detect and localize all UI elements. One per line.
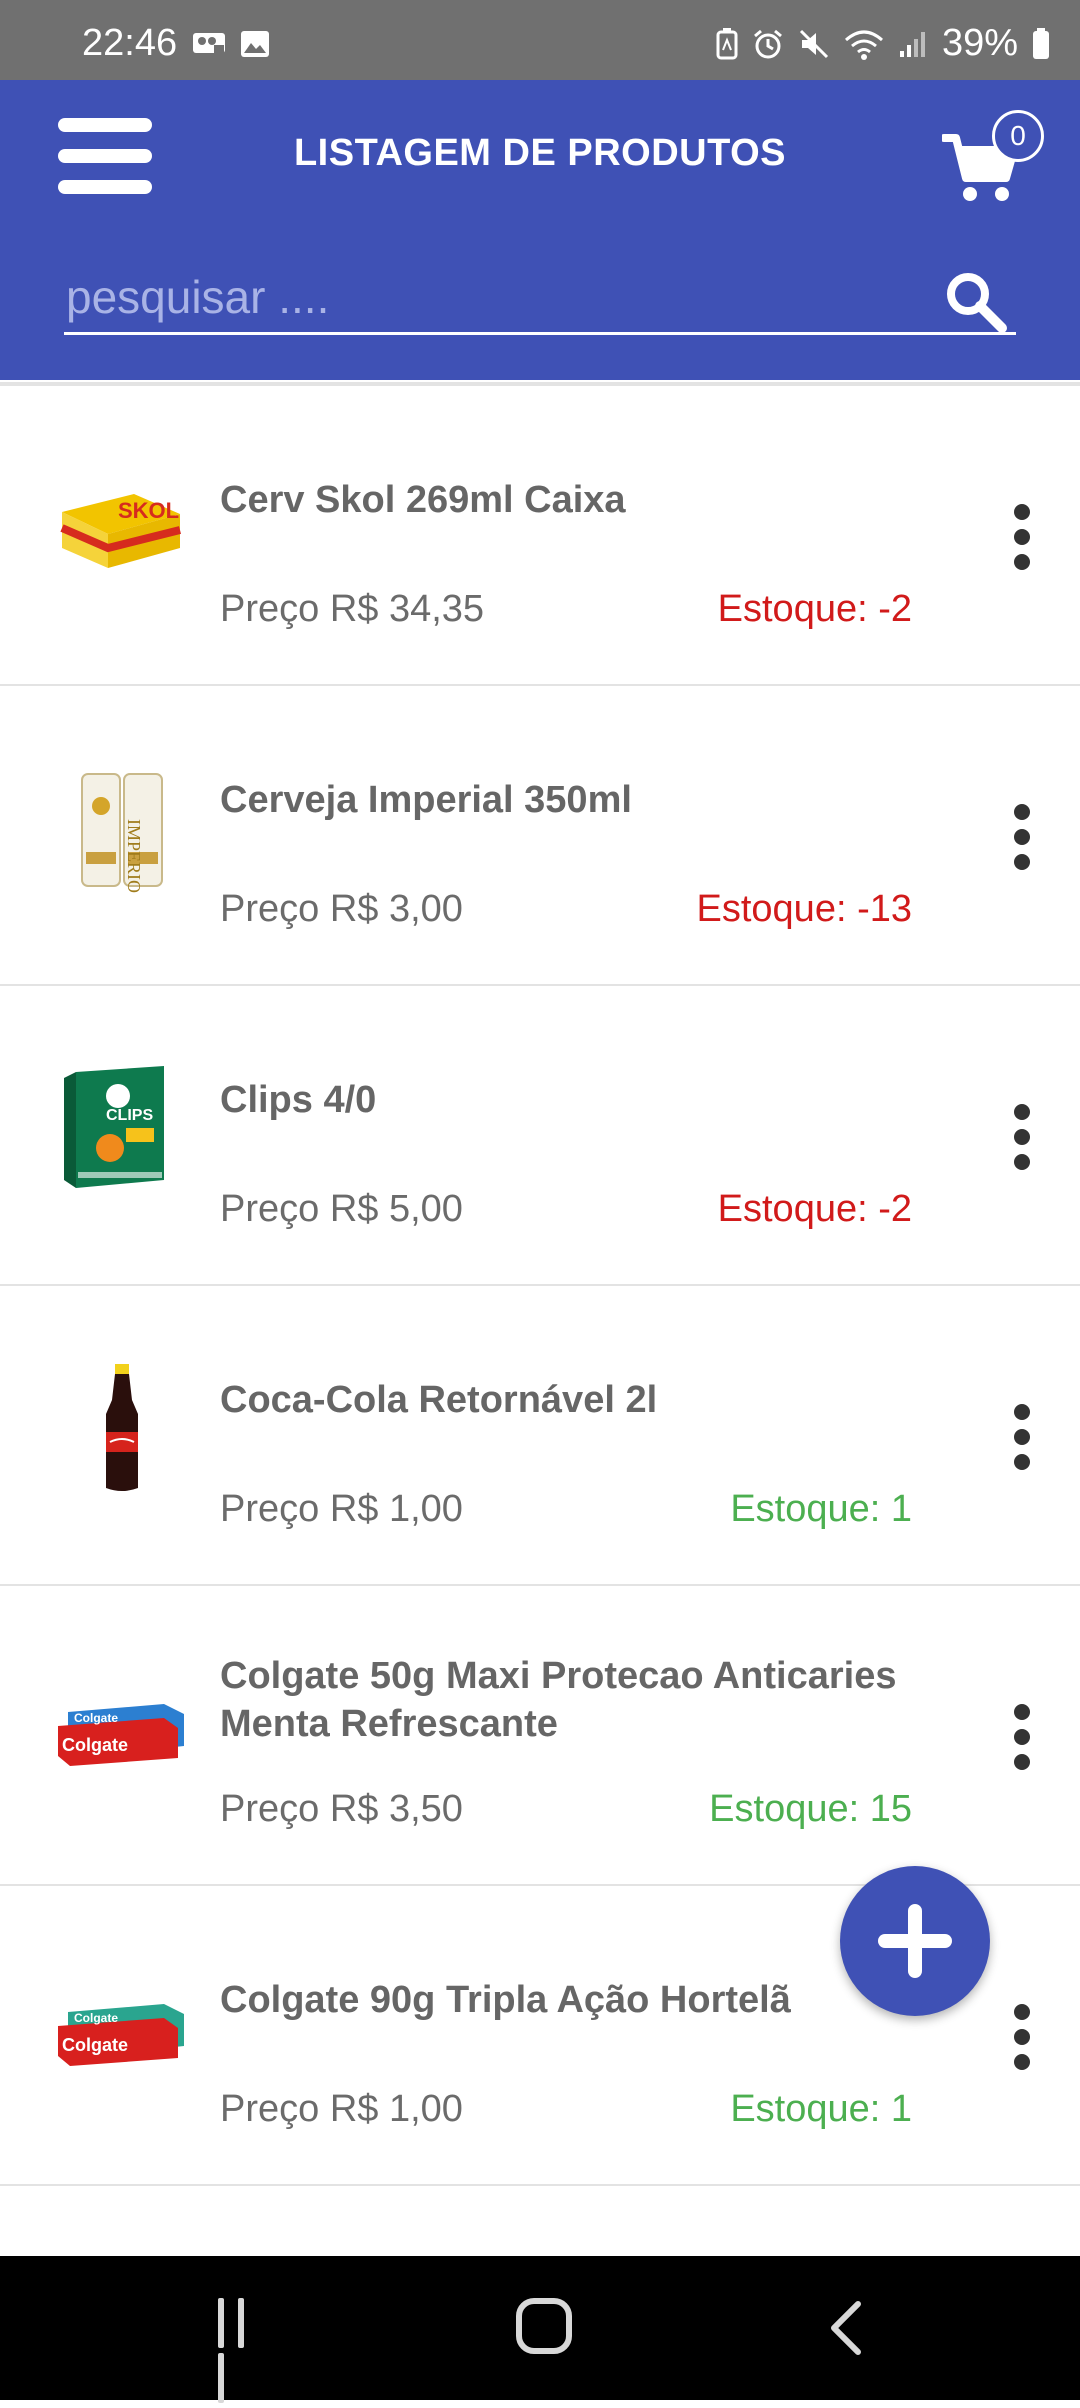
product-name: Colgate 90g Tripla Ação Hortelã (220, 1979, 791, 2021)
system-nav-bar (0, 2256, 1080, 2403)
home-button[interactable] (516, 2298, 572, 2354)
product-stock: Estoque: -2 (717, 1188, 912, 1230)
add-product-button[interactable] (840, 1866, 990, 2016)
product-price: Preço R$ 5,00 (220, 1188, 463, 1230)
product-name: Cerv Skol 269ml Caixa (220, 479, 626, 521)
alarm-icon (753, 29, 782, 58)
status-right-icons: 39% (716, 22, 1050, 65)
more-options-icon[interactable] (1000, 1404, 1044, 1470)
product-name: Cerveja Imperial 350ml (220, 779, 632, 821)
svg-text:IMPERIO: IMPERIO (124, 819, 144, 893)
product-name: Coca-Cola Retornável 2l (220, 1379, 658, 1421)
recent-apps-button[interactable] (218, 2298, 274, 2403)
voicemail-icon (193, 33, 225, 53)
product-stock: Estoque: -2 (717, 588, 912, 630)
product-price: Preço R$ 1,00 (220, 2088, 463, 2130)
product-stock: Estoque: 1 (730, 2088, 912, 2130)
svg-text:Colgate: Colgate (62, 2035, 128, 2055)
more-options-icon[interactable] (1000, 1104, 1044, 1170)
svg-text:CLIPS: CLIPS (106, 1107, 153, 1124)
product-name: Clips 4/0 (220, 1079, 377, 1121)
product-price: Preço R$ 3,50 (220, 1788, 463, 1830)
product-stock: Estoque: -13 (696, 888, 912, 930)
product-price: Preço R$ 34,35 (220, 588, 485, 630)
search-icon (947, 273, 1007, 333)
product-price: Preço R$ 1,00 (220, 1488, 463, 1530)
back-button[interactable] (826, 2298, 866, 2358)
svg-text:Colgate: Colgate (74, 1711, 118, 1725)
battery-icon (1033, 27, 1049, 59)
product-stock: Estoque: 15 (709, 1788, 912, 1830)
back-icon (831, 2301, 861, 2355)
svg-text:Colgate: Colgate (74, 2011, 118, 2025)
product-price: Preço R$ 3,00 (220, 888, 463, 930)
app-bar: LISTAGEM DE PRODUTOS 0 (0, 80, 1080, 380)
clips-box-image: CLIPS (64, 1066, 164, 1188)
search-button[interactable] (942, 268, 1010, 336)
product-item[interactable]: IMPERIO Cerveja Imperial 350ml Preço R$ … (0, 686, 1080, 986)
cart-button[interactable]: 0 (942, 110, 1044, 201)
product-item[interactable]: Colgate Colgate Colgate 50g Maxi Proteca… (0, 1586, 1080, 1886)
wifi-icon (844, 30, 883, 60)
product-name: Colgate 50g Maxi Protecao Anticaries Men… (220, 1655, 897, 1745)
svg-text:SKOL: SKOL (118, 498, 179, 523)
toothpaste-image: Colgate Colgate (58, 2004, 184, 2066)
product-stock: Estoque: 1 (730, 1488, 912, 1530)
status-bar: 22:46 39% (0, 0, 1080, 80)
toothpaste-image: Colgate Colgate (58, 1704, 184, 1766)
mute-icon (799, 29, 828, 58)
soda-bottle-image (106, 1364, 138, 1491)
product-item[interactable]: CLIPS Clips 4/0 Preço R$ 5,00 Estoque: -… (0, 986, 1080, 1286)
product-item[interactable]: Coca-Cola Retornável 2l Preço R$ 1,00 Es… (0, 1286, 1080, 1586)
search-input[interactable] (64, 266, 928, 328)
battery-percentage: 39% (941, 22, 1018, 64)
beer-cans-image: IMPERIO (81, 773, 163, 893)
image-icon (241, 31, 269, 57)
product-item[interactable]: SKOL Cerv Skol 269ml Caixa Preço R$ 34,3… (0, 386, 1080, 686)
plus-icon (908, 1904, 922, 1978)
more-options-icon[interactable] (1000, 804, 1044, 870)
status-time: 22:46 (82, 22, 178, 64)
status-left-icons (192, 30, 270, 58)
cart-count-badge: 0 (992, 110, 1044, 162)
more-options-icon[interactable] (1000, 504, 1044, 570)
beer-box-image: SKOL (60, 494, 181, 568)
more-options-icon[interactable] (1000, 2004, 1044, 2070)
svg-text:Colgate: Colgate (62, 1735, 128, 1755)
signal-icon (899, 31, 925, 57)
page-title: LISTAGEM DE PRODUTOS (293, 132, 787, 174)
battery-saver-icon (716, 27, 738, 59)
more-options-icon[interactable] (1000, 1704, 1044, 1770)
search-bar (64, 266, 1016, 335)
